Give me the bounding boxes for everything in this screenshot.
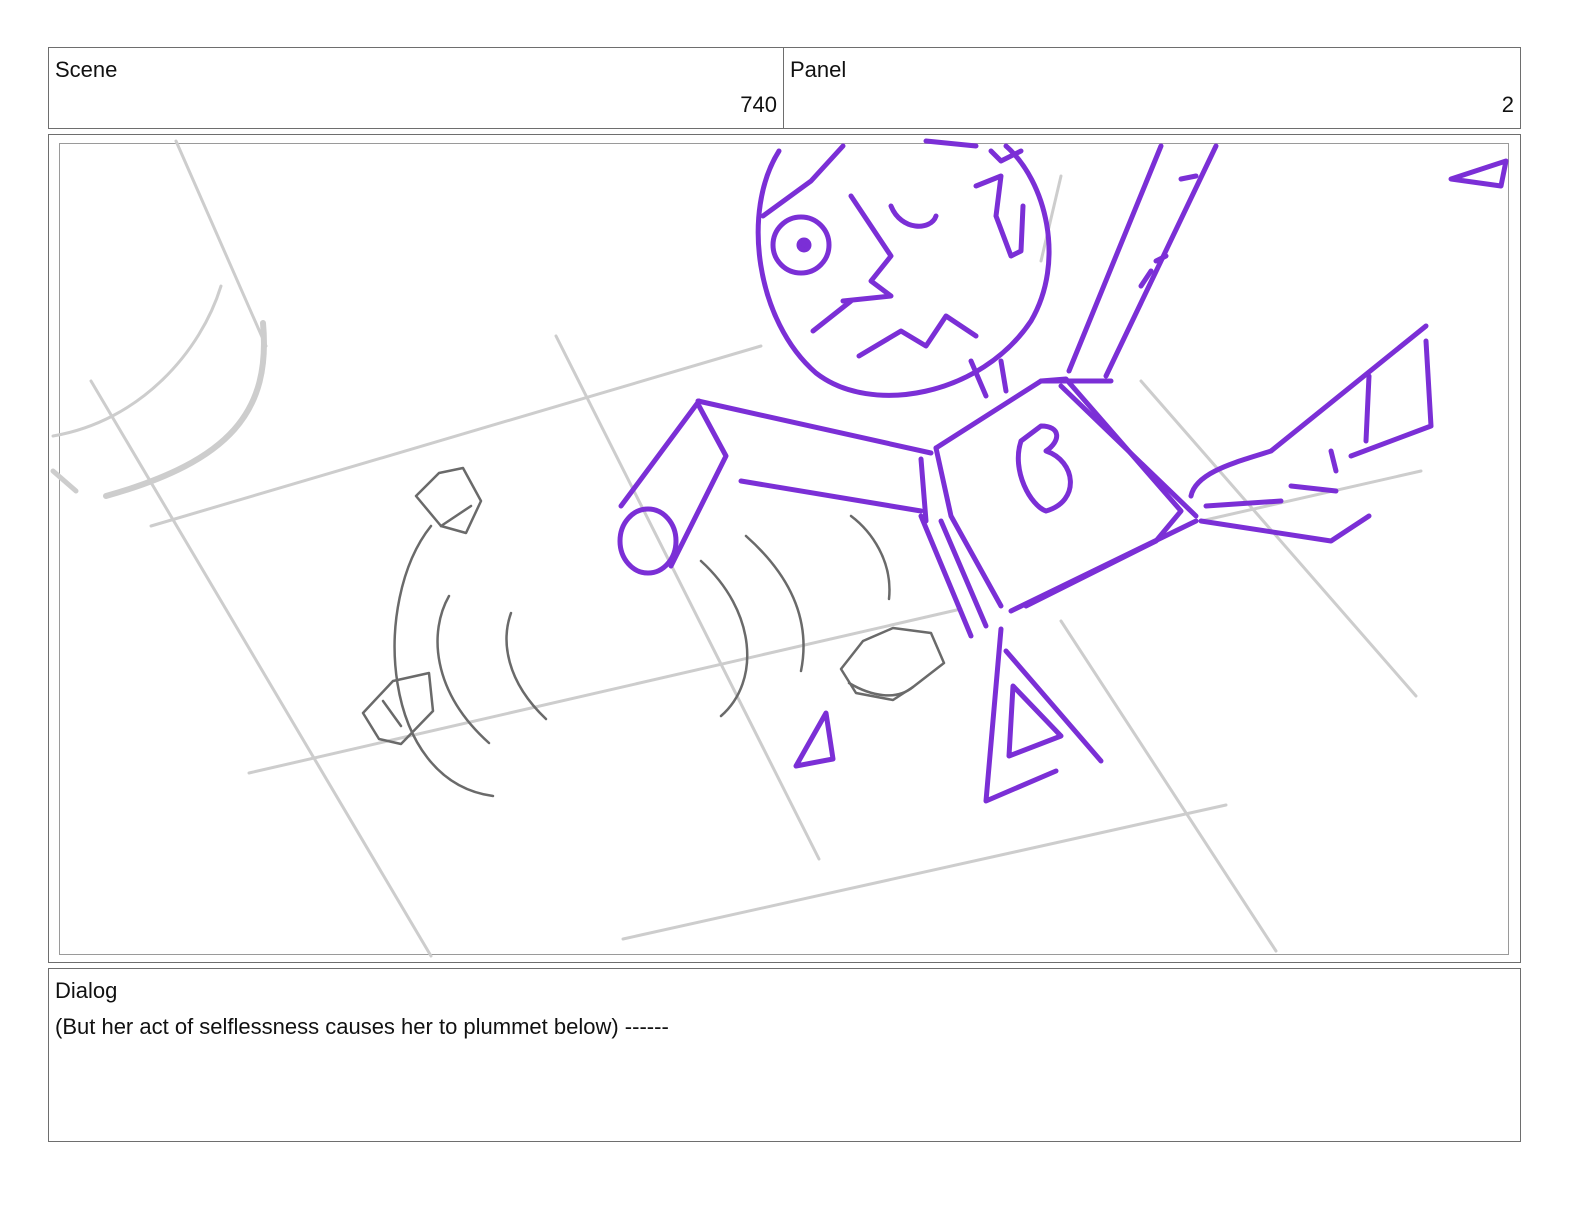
scene-label: Scene	[55, 57, 118, 82]
panel-field: Panel 2	[783, 47, 1521, 129]
scene-number: 740	[740, 92, 777, 117]
panel-number: 2	[1501, 92, 1514, 117]
dialog-label: Dialog	[55, 978, 118, 1003]
character-sketch	[617, 138, 1509, 804]
dialog-field: Dialog (But her act of selflessness caus…	[48, 968, 1521, 1142]
panel-label: Panel	[790, 57, 847, 82]
floor-grid	[50, 139, 1423, 958]
storyboard-sketch	[50, 138, 1509, 958]
storyboard-frame	[48, 134, 1521, 963]
dialog-text: (But her act of selflessness causes her …	[55, 1014, 669, 1039]
scene-field: Scene 740	[48, 47, 784, 129]
